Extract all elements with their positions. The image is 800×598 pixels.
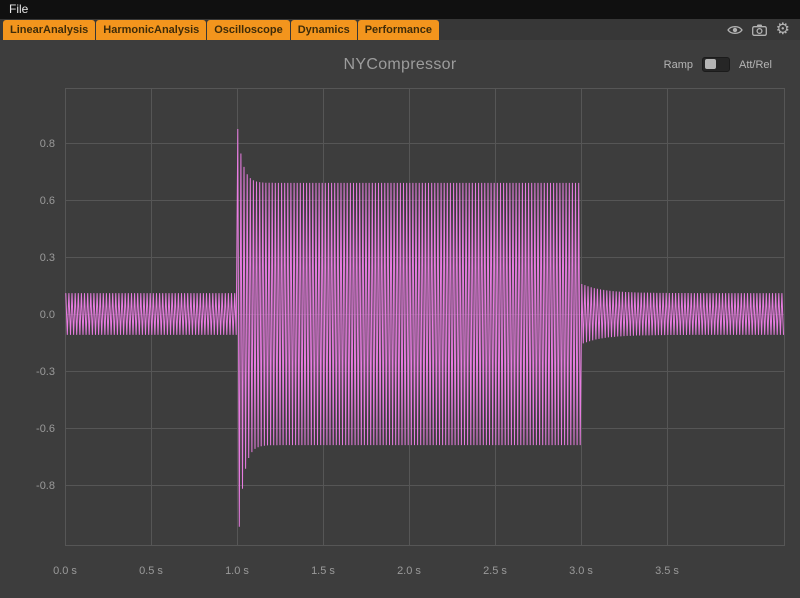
header-row: NYCompressor Ramp Att/Rel [0,40,800,88]
svg-text:1.0 s: 1.0 s [225,565,249,577]
toggle-knob [705,59,716,69]
svg-text:3.0 s: 3.0 s [569,565,593,577]
svg-text:0.6: 0.6 [40,195,55,207]
camera-icon[interactable] [752,24,767,36]
menu-file[interactable]: File [0,0,37,19]
tab-performance[interactable]: Performance [358,20,439,40]
svg-text:0.5 s: 0.5 s [139,565,163,577]
tab-bar: LinearAnalysis HarmonicAnalysis Oscillos… [0,19,800,40]
ramp-label: Ramp [664,59,693,71]
svg-text:-0.8: -0.8 [36,480,55,492]
tab-oscilloscope[interactable]: Oscilloscope [207,20,289,40]
eye-icon[interactable] [727,24,743,36]
svg-text:0.8: 0.8 [40,138,55,150]
svg-text:0.3: 0.3 [40,252,55,264]
svg-text:-0.6: -0.6 [36,423,55,435]
gear-icon[interactable]: ⚙ [776,22,790,38]
svg-text:2.0 s: 2.0 s [397,565,421,577]
svg-text:0.0 s: 0.0 s [53,565,77,577]
menu-bar: File [0,0,800,19]
svg-text:3.5 s: 3.5 s [655,565,679,577]
tab-linear-analysis[interactable]: LinearAnalysis [3,20,95,40]
svg-text:2.5 s: 2.5 s [483,565,507,577]
ramp-controls: Ramp Att/Rel [664,57,772,72]
tab-dynamics[interactable]: Dynamics [291,20,357,40]
toolbar-icons: ⚙ [727,19,790,40]
ramp-attrel-toggle[interactable] [702,57,730,72]
svg-text:-0.3: -0.3 [36,366,55,378]
svg-text:1.5 s: 1.5 s [311,565,335,577]
svg-text:0.0: 0.0 [40,309,55,321]
attrel-label: Att/Rel [739,59,772,71]
tab-harmonic-analysis[interactable]: HarmonicAnalysis [96,20,206,40]
waveform-chart: 0.0 s 0.5 s 1.0 s 1.5 s 2.0 s 2.5 s 3.0 s 3.5 s… [0,0,800,598]
